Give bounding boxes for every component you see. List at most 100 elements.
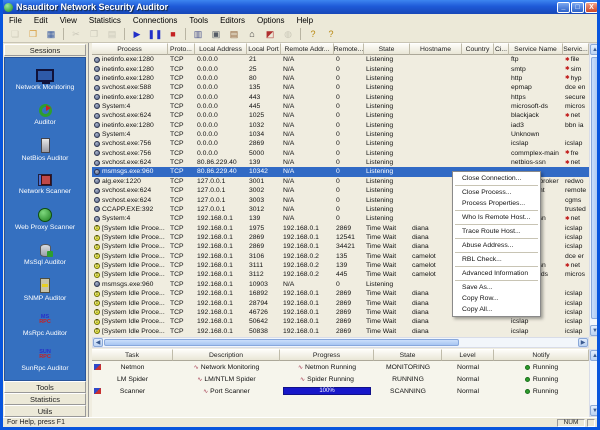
column-header-ci[interactable]: Ci... <box>494 43 509 55</box>
sidebar-item-auditor[interactable]: Auditor <box>5 97 85 132</box>
table-row[interactable]: inetinfo.exe:1280TCP0.0.0.0443N/A0Listen… <box>92 92 589 101</box>
context-menu-item-abuse-address[interactable]: Abuse Address... <box>453 240 540 251</box>
menu-file[interactable]: File <box>3 16 28 25</box>
scroll-up-icon[interactable]: ▲ <box>590 350 600 361</box>
task-row[interactable]: LM Spider∿LM/NTLM Spider∿Spider RunningR… <box>92 373 589 385</box>
network-audit-icon[interactable]: ◩ <box>262 27 278 41</box>
context-menu-item-close-connection[interactable]: Close Connection... <box>453 173 540 184</box>
maximize-button[interactable]: □ <box>571 2 584 13</box>
task-row[interactable]: Netmon∿Network Monitoring∿Netmon Running… <box>92 361 589 373</box>
context-menu-item-save-as[interactable]: Save As... <box>453 282 540 293</box>
column-header-process[interactable]: Process <box>92 43 168 55</box>
sidebar-item-network-scanner[interactable]: Network Scanner <box>5 167 85 202</box>
menu-view[interactable]: View <box>54 16 83 25</box>
tasks-vscrollbar[interactable]: ▲ ▼ <box>589 349 600 417</box>
column-header-proto[interactable]: Proto... <box>168 43 195 55</box>
remote-port-cell: 0 <box>334 103 364 110</box>
context-menu-item-close-process[interactable]: Close Process... <box>453 187 540 198</box>
context-menu-item-who-is-remote-host[interactable]: Who Is Remote Host... <box>453 212 540 223</box>
table-row[interactable]: System:4TCP0.0.0.0445N/A0Listeningmicros… <box>92 102 589 111</box>
sidebar-item-netbios-auditor[interactable]: NetBios Auditor <box>5 132 85 167</box>
tab-statistics[interactable]: Statistics <box>4 393 86 405</box>
scroll-left-icon[interactable]: ◀ <box>93 338 103 347</box>
close-button[interactable]: X <box>585 2 598 13</box>
connections-vscroll-thumb[interactable] <box>591 57 599 319</box>
menu-editors[interactable]: Editors <box>214 16 251 25</box>
table-row[interactable]: ![System Idle Proce...TCP192.168.0.15064… <box>92 317 589 326</box>
tab-utils[interactable]: Utils <box>4 405 86 417</box>
table-row[interactable]: inetinfo.exe:1280TCP0.0.0.080N/A0Listeni… <box>92 74 589 83</box>
state-cell: Listening <box>364 159 410 166</box>
help-icon[interactable]: ? <box>305 27 321 41</box>
table-row[interactable]: svchost.exe:624TCP0.0.0.01025N/A0Listeni… <box>92 111 589 120</box>
open-icon[interactable]: ❒ <box>25 27 41 41</box>
context-help-icon[interactable]: ? <box>323 27 339 41</box>
tasks-column-header-notify[interactable]: Notify <box>494 349 589 361</box>
start-icon[interactable]: ▶ <box>129 27 145 41</box>
menu-edit[interactable]: Edit <box>28 16 54 25</box>
table-row[interactable]: System:4TCP0.0.0.01034N/A0ListeningUnkno… <box>92 130 589 139</box>
table-row[interactable]: inetinfo.exe:1280TCP0.0.0.01032N/A0Liste… <box>92 121 589 130</box>
menu-connections[interactable]: Connections <box>127 16 183 25</box>
menu-tools[interactable]: Tools <box>183 16 214 25</box>
column-header-service-name[interactable]: Service Name <box>509 43 563 55</box>
column-header-local-address[interactable]: Local Address <box>195 43 247 55</box>
sidebar-item-mssql-auditor[interactable]: MsSql Auditor <box>5 237 85 272</box>
table-row[interactable]: inetinfo.exe:1280TCP0.0.0.021N/A0Listeni… <box>92 55 589 64</box>
state-cell: Time Wait <box>364 300 410 307</box>
context-menu-item-advanced-information[interactable]: Advanced Information <box>453 268 540 279</box>
pulse-icon: ∿ <box>197 376 202 383</box>
remote-computer-icon[interactable]: ▣ <box>208 27 224 41</box>
context-menu-separator <box>455 280 538 281</box>
service-name-cell: ftp <box>509 56 563 63</box>
pause-icon[interactable]: ❚❚ <box>147 27 163 41</box>
netstat-icon[interactable]: ▥ <box>190 27 206 41</box>
column-header-hostname[interactable]: Hostname <box>410 43 462 55</box>
scroll-right-icon[interactable]: ▶ <box>578 338 588 347</box>
column-header-remote-addr[interactable]: Remote Addr... <box>281 43 334 55</box>
connections-hscrollbar[interactable]: ◀ ▶ <box>92 337 589 348</box>
column-header-servic[interactable]: Servic... <box>563 43 589 55</box>
column-header-state[interactable]: State <box>364 43 410 55</box>
context-menu-item-process-properties[interactable]: Process Properties... <box>453 198 540 209</box>
sidebar-item-snmp-auditor[interactable]: SNMP Auditor <box>5 272 85 307</box>
minimize-button[interactable]: _ <box>557 2 570 13</box>
table-row[interactable]: ![System Idle Proce...TCP192.168.0.15083… <box>92 326 589 335</box>
home-icon[interactable]: ⌂ <box>244 27 260 41</box>
save-icon[interactable]: ▦ <box>43 27 59 41</box>
report-icon[interactable]: ▤ <box>226 27 242 41</box>
tasks-column-header-description[interactable]: Description <box>173 349 280 361</box>
column-header-local-port[interactable]: Local Port <box>247 43 281 55</box>
tasks-column-header-progress[interactable]: Progress <box>280 349 374 361</box>
context-menu-item-rbl-check[interactable]: RBL Check... <box>453 254 540 265</box>
scroll-down-icon[interactable]: ▼ <box>590 405 600 416</box>
table-row[interactable]: svchost.exe:588TCP0.0.0.0135N/A0Listenin… <box>92 83 589 92</box>
context-menu-item-copy-row[interactable]: Copy Row... <box>453 293 540 304</box>
menu-statistics[interactable]: Statistics <box>83 16 127 25</box>
sidebar-item-network-monitoring[interactable]: Network Monitoring <box>5 62 85 97</box>
table-row[interactable]: svchost.exe:756TCP0.0.0.02869N/A0Listeni… <box>92 139 589 148</box>
stop-icon[interactable]: ■ <box>165 27 181 41</box>
column-header-remote[interactable]: Remote... <box>334 43 364 55</box>
scroll-down-icon[interactable]: ▼ <box>590 325 600 336</box>
context-menu-item-copy-all[interactable]: Copy All... <box>453 304 540 315</box>
scroll-up-icon[interactable]: ▲ <box>590 44 600 55</box>
column-header-country[interactable]: Country <box>462 43 494 55</box>
sidebar-item-sunrpc-auditor[interactable]: SUNRPCSunRpc Auditor <box>5 342 85 377</box>
sidebar-item-msrpc-auditor[interactable]: MSRPCMsRpc Auditor <box>5 307 85 342</box>
tasks-column-header-task[interactable]: Task <box>92 349 173 361</box>
tasks-column-header-state[interactable]: State <box>374 349 442 361</box>
tasks-column-header-level[interactable]: Level <box>442 349 494 361</box>
title-bar[interactable]: Nsauditor Network Security Auditor _ □ X <box>0 0 600 14</box>
connections-vscrollbar[interactable]: ▲ ▼ <box>589 43 600 337</box>
menu-options[interactable]: Options <box>251 16 291 25</box>
tab-tools[interactable]: Tools <box>4 381 86 393</box>
table-row[interactable]: svchost.exe:756TCP0.0.0.05000N/A0Listeni… <box>92 149 589 158</box>
table-row[interactable]: inetinfo.exe:1280TCP0.0.0.025N/A0Listeni… <box>92 64 589 73</box>
sidebar-item-web-proxy-scanner[interactable]: Web Proxy Scanner <box>5 202 85 237</box>
task-row[interactable]: Scanner∿Port Scanner100%SCANNINGNormalRu… <box>92 385 589 397</box>
connections-hscroll-thumb[interactable] <box>104 339 459 346</box>
context-menu-item-trace-route-host[interactable]: Trace Route Host... <box>453 226 540 237</box>
table-row[interactable]: svchost.exe:624TCP80.86.229.40139N/A0Lis… <box>92 158 589 167</box>
menu-help[interactable]: Help <box>291 16 319 25</box>
